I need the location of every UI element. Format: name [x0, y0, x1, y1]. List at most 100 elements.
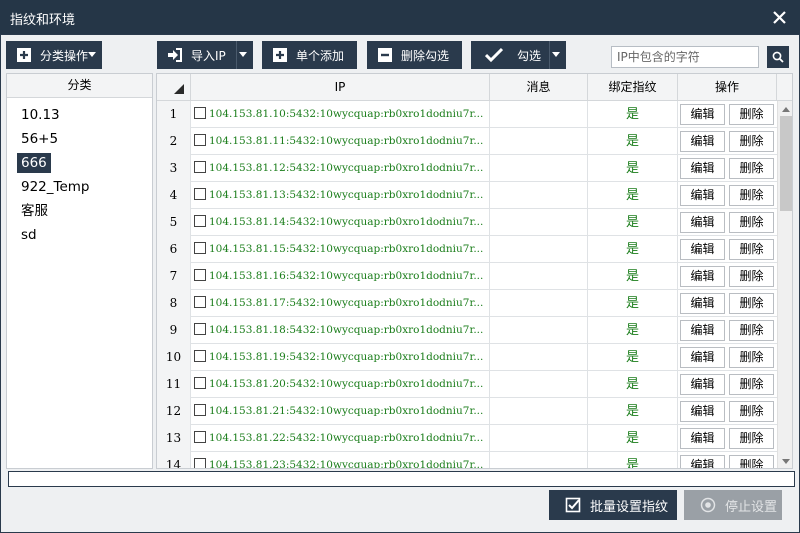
action-cell: 编辑 删除: [678, 236, 777, 263]
row-checkbox[interactable]: [194, 269, 206, 281]
add-single-button[interactable]: 单个添加: [262, 41, 357, 69]
row-checkbox[interactable]: [194, 161, 206, 173]
ip-text: 104.153.81.22:5432:10wycquap:rb0xro1dodn…: [209, 432, 484, 444]
table-row[interactable]: 1 104.153.81.10:5432:10wycquap:rb0xro1dod…: [157, 101, 777, 128]
delete-button[interactable]: 删除: [729, 185, 774, 206]
ip-text: 104.153.81.14:5432:10wycquap:rb0xro1dodn…: [209, 216, 484, 228]
edit-button[interactable]: 编辑: [680, 401, 725, 422]
ip-text: 104.153.81.13:5432:10wycquap:rb0xro1dodn…: [209, 189, 484, 201]
ip-text: 104.153.81.19:5432:10wycquap:rb0xro1dodn…: [209, 351, 484, 363]
edit-button[interactable]: 编辑: [680, 293, 725, 314]
scroll-up-icon[interactable]: [782, 107, 790, 112]
delete-button[interactable]: 删除: [729, 428, 774, 449]
delete-button[interactable]: 删除: [729, 212, 774, 233]
dropdown-divider: [236, 41, 237, 69]
check-button[interactable]: 勾选: [471, 41, 566, 69]
row-checkbox[interactable]: [194, 242, 206, 254]
close-icon[interactable]: [773, 11, 786, 24]
import-ip-label: 导入IP: [191, 48, 226, 63]
row-checkbox[interactable]: [194, 107, 206, 119]
table-row[interactable]: 10 104.153.81.19:5432:10wycquap:rb0xro1do…: [157, 344, 777, 371]
scroll-down-icon[interactable]: [782, 459, 790, 464]
chevron-down-icon: [88, 52, 96, 57]
chevron-down-icon[interactable]: [552, 52, 560, 57]
column-header-message[interactable]: 消息: [490, 74, 588, 101]
edit-button[interactable]: 编辑: [680, 347, 725, 368]
row-checkbox[interactable]: [194, 377, 206, 389]
table-row[interactable]: 4 104.153.81.13:5432:10wycquap:rb0xro1dod…: [157, 182, 777, 209]
row-checkbox[interactable]: [194, 296, 206, 308]
edit-button[interactable]: 编辑: [680, 455, 725, 468]
import-ip-button[interactable]: 导入IP: [157, 41, 253, 69]
search-input[interactable]: [611, 46, 759, 68]
delete-button[interactable]: 删除: [729, 293, 774, 314]
table-row[interactable]: 12 104.153.81.21:5432:10wycquap:rb0xro1do…: [157, 398, 777, 425]
ip-text: 104.153.81.15:5432:10wycquap:rb0xro1dodn…: [209, 243, 484, 255]
action-cell: 编辑 删除: [678, 263, 777, 290]
bound-fingerprint-cell: 是: [588, 425, 678, 452]
stop-set-button[interactable]: 停止设置: [684, 490, 782, 520]
select-all-corner[interactable]: [157, 74, 191, 101]
edit-button[interactable]: 编辑: [680, 104, 725, 125]
category-item[interactable]: 922_Temp: [7, 175, 152, 199]
category-ops-button[interactable]: 分类操作: [6, 41, 102, 69]
delete-checked-button[interactable]: 删除勾选: [367, 41, 462, 69]
edit-button[interactable]: 编辑: [680, 374, 725, 395]
delete-button[interactable]: 删除: [729, 266, 774, 287]
row-checkbox[interactable]: [194, 134, 206, 146]
row-checkbox[interactable]: [194, 188, 206, 200]
delete-button[interactable]: 删除: [729, 320, 774, 341]
delete-button[interactable]: 删除: [729, 158, 774, 179]
table-row[interactable]: 14 104.153.81.23:5432:10wycquap:rb0xro1do…: [157, 452, 777, 468]
table-row[interactable]: 6 104.153.81.15:5432:10wycquap:rb0xro1dod…: [157, 236, 777, 263]
edit-button[interactable]: 编辑: [680, 320, 725, 341]
search-button[interactable]: [767, 46, 789, 68]
row-checkbox[interactable]: [194, 323, 206, 335]
delete-button[interactable]: 删除: [729, 455, 774, 468]
delete-button[interactable]: 删除: [729, 104, 774, 125]
table-row[interactable]: 8 104.153.81.17:5432:10wycquap:rb0xro1dod…: [157, 290, 777, 317]
edit-button[interactable]: 编辑: [680, 212, 725, 233]
row-checkbox[interactable]: [194, 404, 206, 416]
ip-text: 104.153.81.18:5432:10wycquap:rb0xro1dodn…: [209, 324, 484, 336]
edit-button[interactable]: 编辑: [680, 239, 725, 260]
table-row[interactable]: 11 104.153.81.20:5432:10wycquap:rb0xro1do…: [157, 371, 777, 398]
message-cell: [490, 371, 588, 398]
delete-button[interactable]: 删除: [729, 131, 774, 152]
table-row[interactable]: 13 104.153.81.22:5432:10wycquap:rb0xro1do…: [157, 425, 777, 452]
category-item[interactable]: 10.13: [7, 103, 152, 127]
column-header-bound[interactable]: 绑定指纹: [588, 74, 678, 101]
check-icon: [485, 47, 503, 63]
edit-button[interactable]: 编辑: [680, 185, 725, 206]
row-checkbox[interactable]: [194, 458, 206, 468]
category-item[interactable]: 56+5: [7, 127, 152, 151]
table-row[interactable]: 5 104.153.81.14:5432:10wycquap:rb0xro1dod…: [157, 209, 777, 236]
category-item[interactable]: 客服: [7, 199, 152, 223]
row-checkbox[interactable]: [194, 350, 206, 362]
delete-button[interactable]: 删除: [729, 239, 774, 260]
scroll-thumb[interactable]: [780, 116, 792, 211]
delete-button[interactable]: 删除: [729, 347, 774, 368]
column-header-ip[interactable]: IP: [191, 74, 490, 101]
action-cell: 编辑 删除: [678, 101, 777, 128]
batch-set-fingerprint-button[interactable]: 批量设置指纹: [549, 490, 677, 520]
edit-button[interactable]: 编辑: [680, 266, 725, 287]
table-row[interactable]: 2 104.153.81.11:5432:10wycquap:rb0xro1dod…: [157, 128, 777, 155]
row-checkbox[interactable]: [194, 215, 206, 227]
edit-button[interactable]: 编辑: [680, 131, 725, 152]
bound-fingerprint-cell: 是: [588, 290, 678, 317]
edit-button[interactable]: 编辑: [680, 428, 725, 449]
delete-button[interactable]: 删除: [729, 401, 774, 422]
row-checkbox[interactable]: [194, 431, 206, 443]
vertical-scrollbar[interactable]: [777, 101, 792, 468]
table-row[interactable]: 3 104.153.81.12:5432:10wycquap:rb0xro1dod…: [157, 155, 777, 182]
category-item-selected[interactable]: 666: [7, 151, 152, 175]
bound-fingerprint-cell: 是: [588, 398, 678, 425]
table-row[interactable]: 9 104.153.81.18:5432:10wycquap:rb0xro1dod…: [157, 317, 777, 344]
ip-cell: 104.153.81.11:5432:10wycquap:rb0xro1dodn…: [191, 128, 490, 155]
chevron-down-icon[interactable]: [239, 52, 247, 57]
delete-button[interactable]: 删除: [729, 374, 774, 395]
edit-button[interactable]: 编辑: [680, 158, 725, 179]
table-row[interactable]: 7 104.153.81.16:5432:10wycquap:rb0xro1dod…: [157, 263, 777, 290]
category-item[interactable]: sd: [7, 223, 152, 247]
